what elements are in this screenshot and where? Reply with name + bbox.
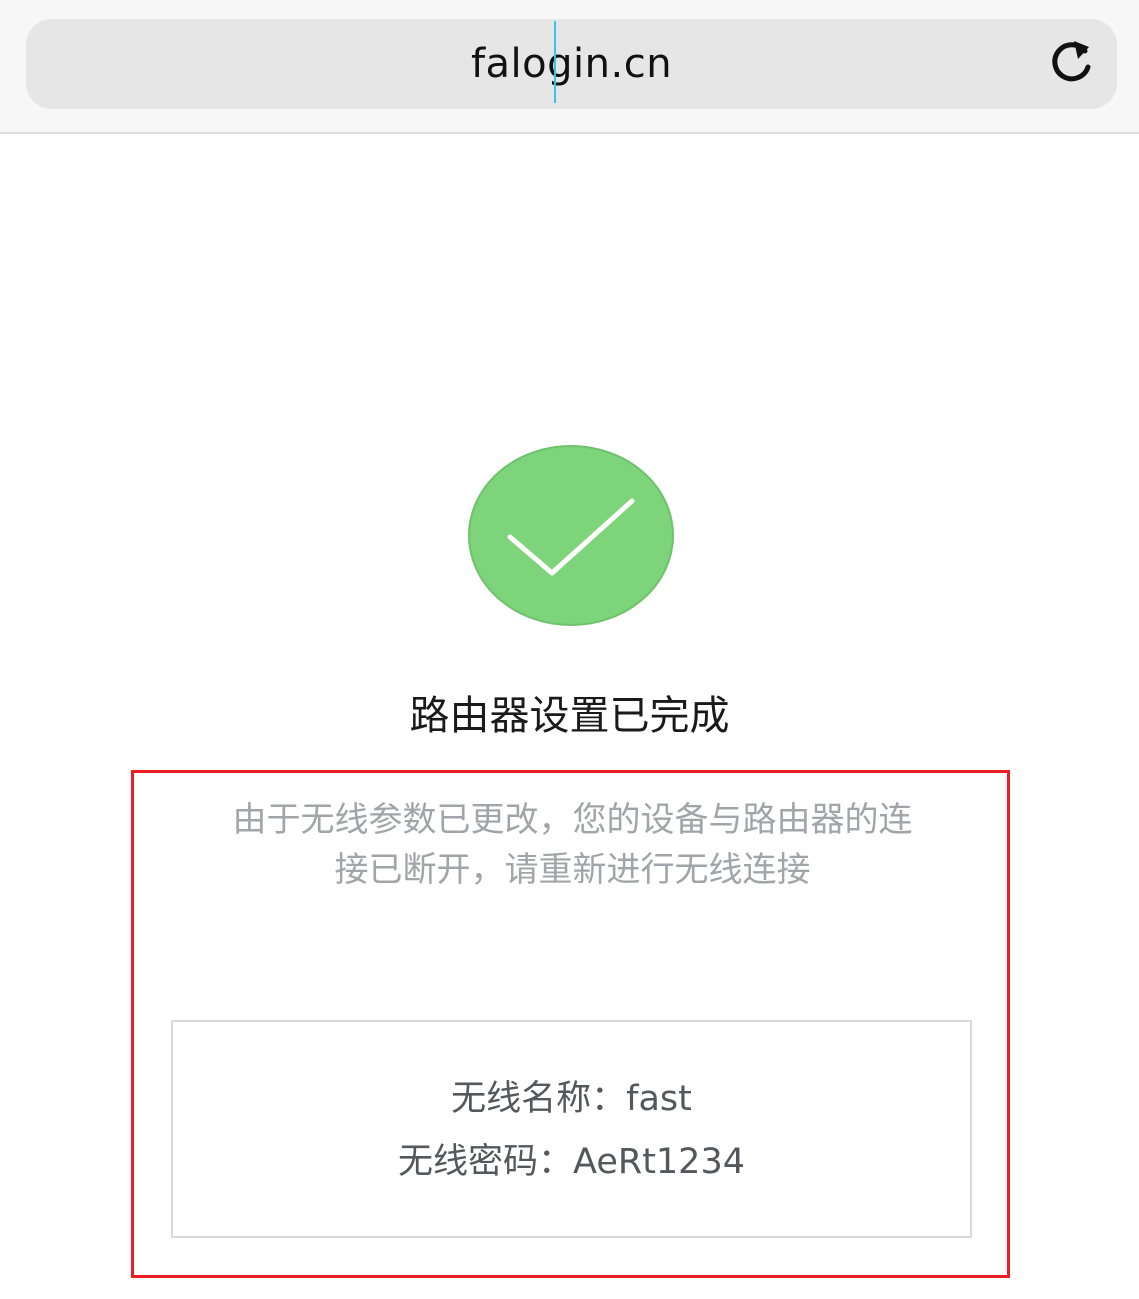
page: falogin.cn 路由器设置已完成 由于无线参数已更改，您的设备与路由器的连… <box>0 0 1139 1299</box>
notice-line-2: 接已断开，请重新进行无线连接 <box>334 850 811 890</box>
setup-complete-title: 路由器设置已完成 <box>409 693 730 739</box>
wireless-name-row: 无线名称：fast <box>173 1074 970 1124</box>
wireless-password-label: 无线密码： <box>398 1142 574 1182</box>
address-bar[interactable]: falogin.cn <box>26 19 1117 109</box>
reload-icon[interactable] <box>1044 37 1098 91</box>
url-text[interactable]: falogin.cn <box>26 19 1117 109</box>
wireless-name-value: fast <box>626 1079 692 1119</box>
reconnect-notice: 由于无线参数已更改，您的设备与路由器的连 接已断开，请重新进行无线连接 <box>180 795 965 895</box>
wireless-password-row: 无线密码：AeRt1234 <box>173 1137 970 1187</box>
wireless-name-label: 无线名称： <box>451 1079 627 1119</box>
checkmark-icon <box>468 445 674 626</box>
notice-line-1: 由于无线参数已更改，您的设备与路由器的连 <box>232 800 913 840</box>
text-cursor <box>554 21 556 103</box>
wireless-password-value: AeRt1234 <box>573 1142 745 1182</box>
browser-toolbar: falogin.cn <box>0 0 1139 134</box>
reload-button[interactable] <box>1044 37 1098 91</box>
wireless-credentials-panel: 无线名称：fast 无线密码：AeRt1234 <box>171 1020 972 1238</box>
